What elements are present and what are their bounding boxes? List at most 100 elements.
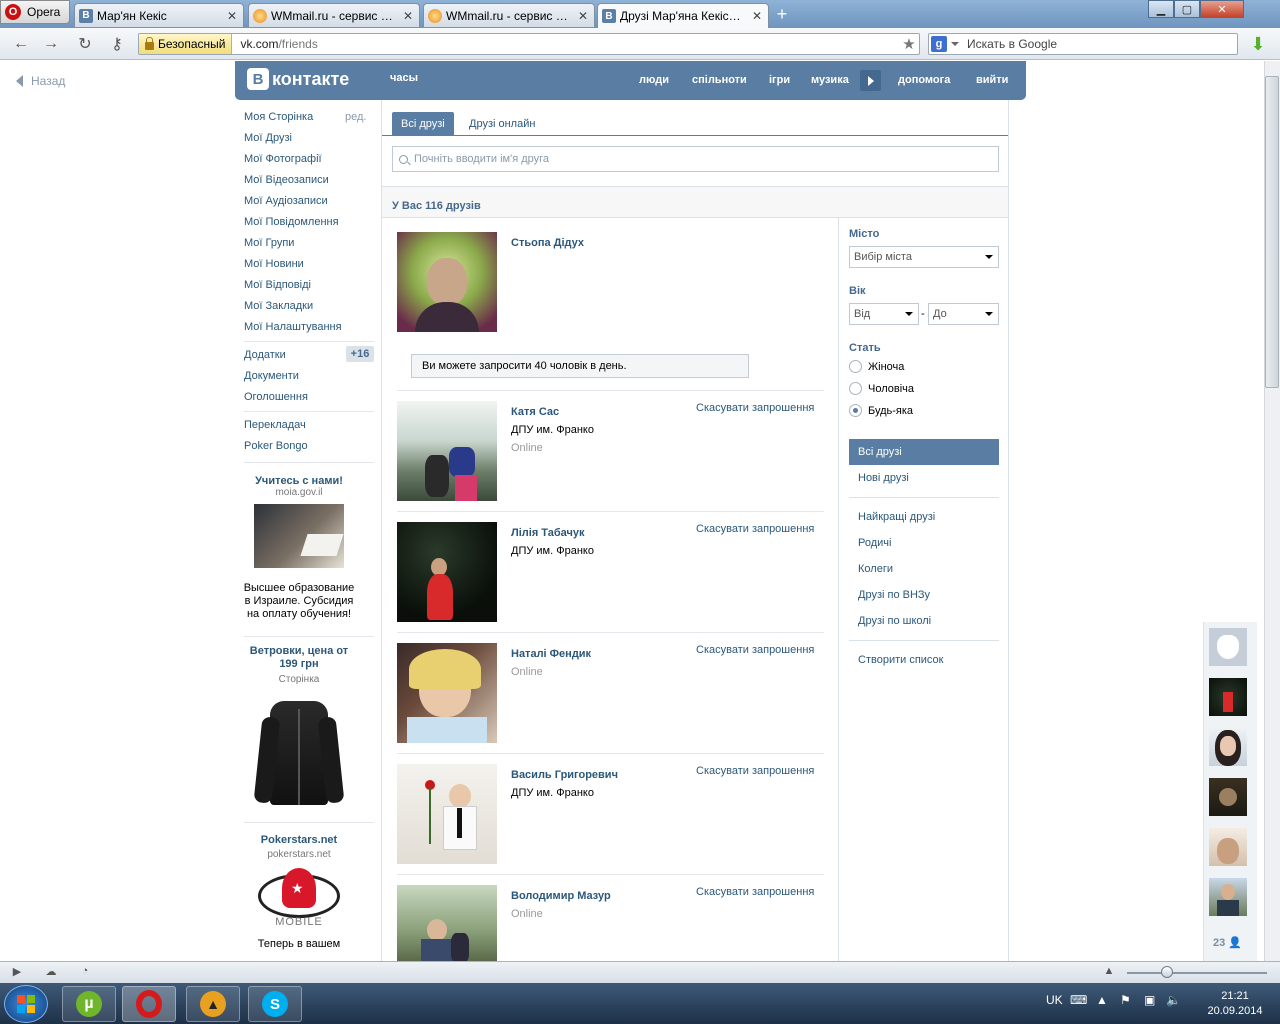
zoom-slider-track[interactable] <box>1127 972 1267 974</box>
age-to-select[interactable]: До <box>928 303 999 325</box>
list-all-friends[interactable]: Всі друзі <box>849 439 999 465</box>
bookmark-star-icon[interactable]: ★ <box>899 35 919 53</box>
menu-my-answers[interactable]: Мої Відповіді <box>244 279 311 291</box>
key-icon[interactable]: ⚷ <box>106 34 128 54</box>
taskbar-utorrent[interactable]: µ <box>62 986 116 1022</box>
ad-image[interactable] <box>254 504 344 568</box>
friend-avatar[interactable] <box>397 643 497 743</box>
speed-dial-icon[interactable]: ◔ <box>78 965 92 979</box>
nav-communities[interactable]: спільноти <box>692 74 747 86</box>
friend-avatar[interactable] <box>397 885 497 961</box>
maximize-window-icon[interactable]: ▢ <box>1174 0 1200 18</box>
ad-block-education[interactable]: Учитесь с нами! moia.gov.il Высшее образ… <box>243 475 355 621</box>
nav-games[interactable]: ігри <box>769 74 790 86</box>
list-relatives[interactable]: Родичі <box>858 537 891 549</box>
browser-tab-3[interactable]: WMmail.ru - сервис п... ✕ <box>423 3 595 27</box>
friend-avatar[interactable] <box>397 764 497 864</box>
taskbar-clock[interactable]: 21:21 20.09.2014 <box>1200 989 1270 1019</box>
download-arrow-icon[interactable]: ⬇ <box>1248 34 1268 54</box>
tab-close-icon[interactable]: ✕ <box>225 9 239 23</box>
chat-avatar[interactable] <box>1209 878 1247 916</box>
create-list-link[interactable]: Створити список <box>858 654 943 666</box>
browser-tab-1[interactable]: В Мар'ян Кекіс ✕ <box>74 3 244 27</box>
menu-ads[interactable]: Оголошення <box>244 391 308 403</box>
tab-close-icon[interactable]: ✕ <box>576 9 590 23</box>
tray-expand-icon[interactable]: ▲ <box>1096 993 1108 1007</box>
chat-avatar[interactable] <box>1209 678 1247 716</box>
friend-name[interactable]: Володимир Мазур <box>511 890 611 902</box>
list-new-friends[interactable]: Нові друзі <box>858 472 909 484</box>
vk-logo[interactable]: В контакте <box>247 68 349 90</box>
minimize-window-icon[interactable]: ▁ <box>1148 0 1174 18</box>
city-select[interactable]: Вибір міста <box>849 246 999 268</box>
menu-my-messages[interactable]: Мої Повідомлення <box>244 216 339 228</box>
panel-toggle-icon[interactable]: ▶ <box>10 965 24 979</box>
friend-name[interactable]: Катя Сас <box>511 406 559 418</box>
online-friends-count[interactable]: 23 👤 <box>1213 936 1242 949</box>
forward-arrow-icon[interactable]: → <box>40 34 62 54</box>
opera-menu-button[interactable]: O Opera <box>0 0 70 24</box>
new-tab-plus-icon[interactable]: + <box>772 5 792 23</box>
volume-icon[interactable]: 🔈 <box>1166 993 1181 1007</box>
cancel-invite-button[interactable]: Скасувати запрошення <box>696 523 814 535</box>
apps-count-badge[interactable]: +16 <box>346 346 374 362</box>
cancel-invite-button[interactable]: Скасувати запрошення <box>696 402 814 414</box>
menu-documents[interactable]: Документи <box>244 370 299 382</box>
view-mode-icon[interactable]: ▲ <box>1102 965 1116 979</box>
nav-people[interactable]: люди <box>639 74 669 86</box>
menu-edit-link[interactable]: ред. <box>345 111 366 123</box>
keyboard-icon[interactable]: ⌨ <box>1070 993 1087 1007</box>
action-center-flag-icon[interactable]: ⚑ <box>1120 993 1131 1007</box>
friend-avatar[interactable] <box>397 522 497 622</box>
tab-all-friends[interactable]: Всі друзі <box>392 112 454 136</box>
menu-my-groups[interactable]: Мої Групи <box>244 237 294 249</box>
list-university-friends[interactable]: Друзі по ВНЗу <box>858 589 930 601</box>
sex-male-label[interactable]: Чоловіча <box>868 383 914 395</box>
ad-block-jackets[interactable]: Ветровки, цена от 199 грн Сторінка <box>243 645 355 811</box>
chat-avatar[interactable] <box>1209 828 1247 866</box>
nav-help[interactable]: допомога <box>898 74 950 86</box>
music-play-icon[interactable] <box>860 70 881 91</box>
sex-any-label[interactable]: Будь-яка <box>868 405 913 417</box>
cancel-invite-button[interactable]: Скасувати запрошення <box>696 765 814 777</box>
ad-title[interactable]: Учитесь с нами! <box>243 475 355 487</box>
sex-any-radio[interactable] <box>849 404 862 417</box>
chat-avatar[interactable] <box>1209 778 1247 816</box>
menu-my-friends[interactable]: Мої Друзі <box>244 132 292 144</box>
language-indicator[interactable]: UK <box>1046 993 1063 1007</box>
address-bar[interactable]: Безопасный vk.com/friends ★ <box>138 33 920 55</box>
friend-avatar[interactable] <box>397 232 497 332</box>
list-best-friends[interactable]: Найкращі друзі <box>858 511 935 523</box>
back-arrow-icon[interactable]: ← <box>10 34 32 54</box>
menu-my-audio[interactable]: Мої Аудіозаписи <box>244 195 328 207</box>
taskbar-opera[interactable] <box>122 986 176 1022</box>
nav-music[interactable]: музика <box>811 74 849 86</box>
page-scrollbar-thumb[interactable] <box>1265 76 1279 388</box>
network-icon[interactable]: ▣ <box>1144 993 1155 1007</box>
chat-avatar[interactable] <box>1209 728 1247 766</box>
taskbar-aimp[interactable]: ▲ <box>186 986 240 1022</box>
menu-my-bookmarks[interactable]: Мої Закладки <box>244 300 313 312</box>
friend-search-input[interactable]: Почніть вводити ім'я друга <box>392 146 999 172</box>
reload-icon[interactable]: ↻ <box>74 34 96 54</box>
browser-tab-4-active[interactable]: В Друзі Мар'яна Кекіса |... ✕ <box>597 3 769 28</box>
search-engine-dropdown-icon[interactable] <box>951 42 959 46</box>
sex-female-radio[interactable] <box>849 360 862 373</box>
windows-start-button[interactable] <box>4 985 48 1023</box>
friend-name[interactable]: Наталі Фендик <box>511 648 591 660</box>
vk-dog-icon[interactable] <box>1209 628 1247 666</box>
cancel-invite-button[interactable]: Скасувати запрошення <box>696 644 814 656</box>
cancel-invite-button[interactable]: Скасувати запрошення <box>696 886 814 898</box>
close-window-icon[interactable]: ✕ <box>1200 0 1244 18</box>
tab-close-icon[interactable]: ✕ <box>401 9 415 23</box>
menu-poker-bongo[interactable]: Poker Bongo <box>244 440 308 452</box>
friend-name[interactable]: Лілія Табачук <box>511 527 585 539</box>
pokerstars-logo-icon[interactable]: ★ MOBILE <box>258 868 340 932</box>
menu-my-page[interactable]: Моя Сторінка <box>244 111 313 123</box>
nav-logout[interactable]: вийти <box>976 74 1008 86</box>
header-search-query[interactable]: часы <box>390 72 418 84</box>
friend-name[interactable]: Василь Григоревич <box>511 769 618 781</box>
url-text[interactable]: vk.com/friends <box>232 37 899 51</box>
security-badge[interactable]: Безопасный <box>139 34 233 54</box>
ad-block-pokerstars[interactable]: Pokerstars.net pokerstars.net ★ MOBILE Т… <box>243 834 355 951</box>
